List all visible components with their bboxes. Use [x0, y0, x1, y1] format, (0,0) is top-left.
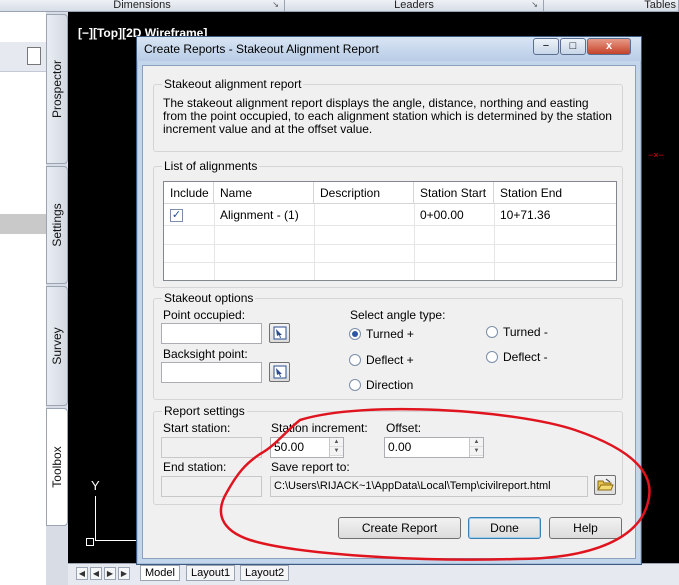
station-end-cell: 10+71.36 [500, 208, 551, 222]
pick-backsight-point-button[interactable] [269, 362, 290, 382]
column-header-station-start[interactable]: Station Start [414, 182, 494, 204]
deflect-minus-radio[interactable] [486, 351, 498, 363]
help-button[interactable]: Help [549, 517, 622, 539]
toolspace-content [0, 12, 46, 585]
ucs-y-axis-label: Y [91, 478, 100, 493]
ribbon-panel-dimensions[interactable]: Dimensions ↘ [0, 0, 285, 12]
offset-spinner[interactable]: ▲ ▼ [469, 438, 483, 457]
spin-down-icon[interactable]: ▼ [470, 447, 483, 456]
tab-toolbox[interactable]: Toolbox [46, 408, 68, 526]
save-report-path: C:\Users\RIJACK~1\AppData\Local\Temp\civ… [270, 476, 588, 497]
start-station-label: Start station: [163, 421, 231, 435]
column-header-station-end[interactable]: Station End [494, 182, 616, 204]
deflect-minus-label[interactable]: Deflect - [503, 350, 548, 364]
toolspace-selected-row[interactable] [0, 214, 46, 234]
report-group-label: Stakeout alignment report [162, 77, 304, 91]
turned-plus-label[interactable]: Turned + [366, 327, 414, 341]
angle-type-label: Select angle type: [350, 308, 446, 322]
dialog-title-bar[interactable]: Create Reports - Stakeout Alignment Repo… [137, 37, 641, 61]
end-station-label: End station: [163, 460, 227, 474]
table-header: Include Name Description Station Start S… [164, 182, 616, 204]
column-header-name[interactable]: Name [214, 182, 314, 204]
ribbon-panel-tables[interactable]: Tables [544, 0, 679, 12]
offset-label: Offset: [386, 421, 422, 435]
turned-minus-radio[interactable] [486, 326, 498, 338]
deflect-plus-label[interactable]: Deflect + [366, 353, 414, 367]
direction-radio[interactable] [349, 379, 361, 391]
create-report-button[interactable]: Create Report [338, 517, 461, 539]
point-occupied-input[interactable] [161, 323, 262, 344]
include-checkbox[interactable]: ✓ [170, 209, 183, 222]
ribbon-panel-bar: Dimensions ↘ Leaders ↘ Tables [0, 0, 679, 12]
alignments-group-label: List of alignments [162, 159, 260, 173]
folder-icon [597, 478, 614, 491]
spin-up-icon[interactable]: ▲ [470, 438, 483, 447]
spin-down-icon[interactable]: ▼ [330, 447, 343, 456]
layout-tab-bar: ◀ ◀ ▶ ▶ Model Layout1 Layout2 [68, 563, 679, 585]
close-button[interactable]: x [587, 38, 631, 55]
alignments-table: Include Name Description Station Start S… [163, 181, 617, 281]
ucs-icon-origin [86, 538, 94, 546]
row-separator [164, 225, 616, 226]
panel-expand-icon[interactable]: ↘ [272, 0, 279, 10]
deflect-plus-radio[interactable] [349, 354, 361, 366]
stakeout-options-label: Stakeout options [162, 291, 256, 305]
crosshair-marker-icon: −×− [648, 150, 664, 160]
pick-point-icon [273, 365, 287, 379]
direction-label[interactable]: Direction [366, 378, 413, 392]
start-station-input [161, 437, 262, 458]
alignment-description-cell [314, 205, 320, 225]
toolspace-item-view [0, 234, 46, 585]
tab-prospector[interactable]: Prospector [46, 14, 68, 164]
spin-up-icon[interactable]: ▲ [330, 438, 343, 447]
previous-layout-icon[interactable]: ◀ [90, 567, 102, 580]
done-button[interactable]: Done [468, 517, 541, 539]
ribbon-panel-label: Leaders [394, 0, 434, 11]
tab-model[interactable]: Model [140, 565, 180, 581]
station-start-cell: 0+00.00 [420, 208, 464, 222]
backsight-point-input[interactable] [161, 362, 262, 383]
first-layout-icon[interactable]: ◀ [76, 567, 88, 580]
pick-point-occupied-button[interactable] [269, 323, 290, 343]
ribbon-panel-leaders[interactable]: Leaders ↘ [285, 0, 544, 12]
ribbon-panel-label: Dimensions [113, 0, 171, 11]
station-increment-label: Station increment: [271, 421, 368, 435]
column-header-description[interactable]: Description [314, 182, 414, 204]
save-report-label: Save report to: [271, 460, 350, 474]
pick-point-icon [273, 326, 287, 340]
toolspace-toolbar-button[interactable] [27, 47, 41, 65]
tab-layout1[interactable]: Layout1 [186, 565, 236, 581]
last-layout-icon[interactable]: ▶ [118, 567, 130, 580]
panel-expand-icon[interactable]: ↘ [531, 0, 538, 10]
tab-layout2[interactable]: Layout2 [240, 565, 290, 581]
column-header-include[interactable]: Include [164, 182, 214, 204]
report-description: The stakeout alignment report displays t… [163, 96, 612, 136]
ucs-icon-y-axis [95, 496, 96, 540]
end-station-input [161, 476, 262, 497]
ribbon-panel-label: Tables [644, 0, 676, 11]
tab-survey[interactable]: Survey [46, 286, 68, 406]
row-separator [164, 244, 616, 245]
dialog-title: Create Reports - Stakeout Alignment Repo… [144, 42, 379, 56]
row-separator [164, 262, 616, 263]
browse-folder-button[interactable] [594, 475, 616, 495]
minimize-button[interactable]: − [533, 38, 559, 55]
station-increment-spinner[interactable]: ▲ ▼ [329, 438, 343, 457]
ucs-icon-x-axis [95, 540, 140, 541]
tab-settings[interactable]: Settings [46, 166, 68, 284]
turned-plus-radio[interactable] [349, 328, 361, 340]
maximize-button[interactable]: □ [560, 38, 586, 55]
toolspace-tabs: Prospector Settings Survey Toolbox [46, 12, 68, 585]
next-layout-icon[interactable]: ▶ [104, 567, 116, 580]
point-occupied-label: Point occupied: [163, 308, 246, 322]
backsight-point-label: Backsight point: [163, 347, 248, 361]
report-settings-label: Report settings [162, 404, 247, 418]
turned-minus-label[interactable]: Turned - [503, 325, 548, 339]
alignment-name-cell: Alignment - (1) [220, 208, 299, 222]
